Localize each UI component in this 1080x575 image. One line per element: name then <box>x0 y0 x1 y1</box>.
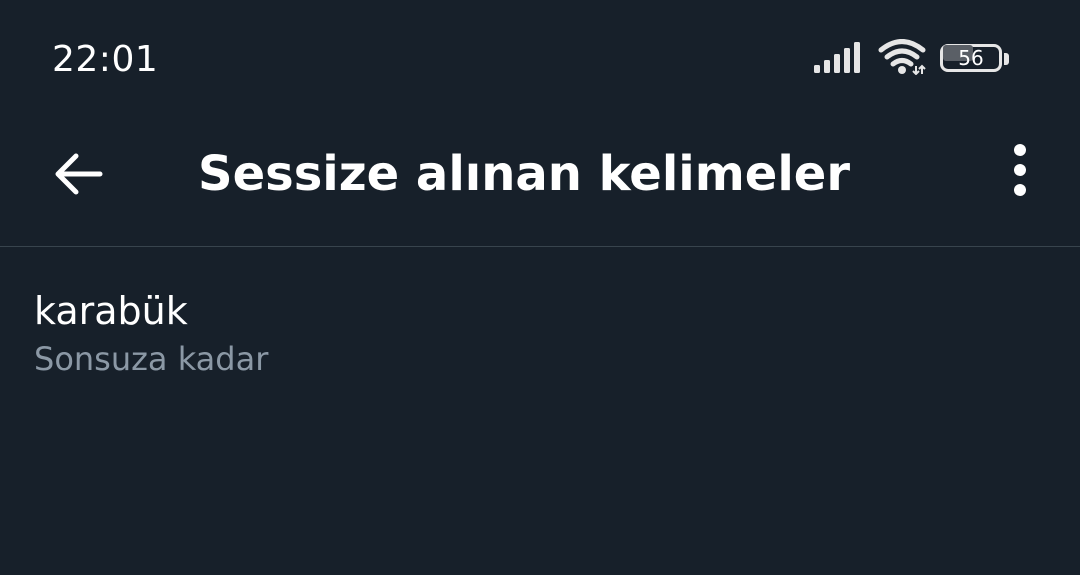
status-bar: 22:01 56 <box>0 0 1080 116</box>
more-vertical-icon <box>1012 142 1028 202</box>
arrow-left-icon <box>52 152 104 200</box>
muted-word: karabük <box>34 289 188 333</box>
more-options-button[interactable] <box>984 136 1056 208</box>
signal-icon <box>814 41 864 77</box>
battery-icon: 56 <box>940 42 1010 76</box>
muted-words-list: karabük Sonsuza kadar <box>0 247 1080 407</box>
muted-word-item[interactable]: karabük Sonsuza kadar <box>0 247 1080 407</box>
battery-level: 56 <box>958 46 984 70</box>
wifi-icon <box>878 39 926 79</box>
mute-duration: Sonsuza kadar <box>34 340 269 378</box>
page-title: Sessize alınan kelimeler <box>198 146 851 202</box>
app-bar: Sessize alınan kelimeler <box>0 116 1080 247</box>
status-icons: 56 <box>814 38 1010 80</box>
status-time: 22:01 <box>52 39 159 80</box>
back-button[interactable] <box>42 140 114 212</box>
